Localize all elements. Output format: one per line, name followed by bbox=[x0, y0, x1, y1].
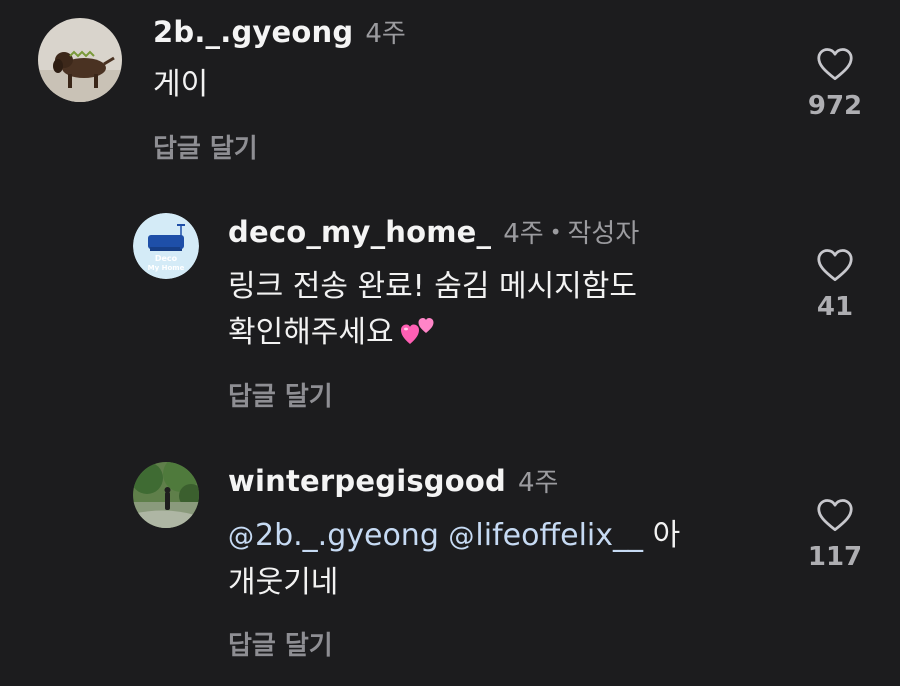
comment-line: 확인해주세요 bbox=[228, 310, 637, 356]
comment-thread: 2b._.gyeong 4주 게이 답글 달기 972 Deco My Home … bbox=[0, 0, 900, 686]
avatar[interactable]: Deco My Home bbox=[133, 213, 199, 279]
comment-text: 링크 전송 완료! 숨김 메시지함도 확인해주세요 bbox=[228, 264, 637, 356]
timestamp: 4주 bbox=[517, 468, 559, 498]
mention-link[interactable]: @2b._.gyeong bbox=[228, 518, 439, 553]
like-button[interactable]: 117 bbox=[795, 498, 875, 572]
reply-button[interactable]: 답글 달기 bbox=[228, 625, 333, 662]
avatar[interactable] bbox=[38, 18, 122, 102]
comment-text: 게이 bbox=[153, 67, 209, 102]
park-photo-icon bbox=[133, 462, 199, 528]
like-count: 117 bbox=[807, 542, 863, 572]
dog-photo-icon bbox=[38, 18, 122, 102]
like-count: 41 bbox=[816, 292, 854, 322]
username[interactable]: winterpegisgood bbox=[228, 464, 506, 498]
heart-icon bbox=[817, 499, 853, 532]
svg-text:My Home: My Home bbox=[148, 264, 185, 272]
svg-text:Deco: Deco bbox=[155, 254, 178, 263]
timestamp: 4주 bbox=[503, 219, 544, 249]
like-count: 972 bbox=[807, 91, 863, 121]
deco-logo-icon: Deco My Home bbox=[133, 213, 199, 279]
author-badge: 작성자 bbox=[567, 219, 640, 249]
heart-icon bbox=[817, 249, 853, 282]
reply-button[interactable]: 답글 달기 bbox=[228, 376, 333, 413]
like-button[interactable]: 972 bbox=[795, 47, 875, 121]
username[interactable]: deco_my_home_ bbox=[228, 215, 491, 249]
mention-link[interactable]: @lifeoffelix__ bbox=[448, 518, 643, 553]
avatar[interactable] bbox=[133, 462, 199, 528]
timestamp: 4주 bbox=[365, 19, 406, 49]
heart-icon bbox=[817, 48, 853, 81]
comment-text: @2b._.gyeong @lifeoffelix__ 아 개웃기네 bbox=[228, 513, 680, 606]
username[interactable]: 2b._.gyeong bbox=[153, 15, 353, 49]
separator-dot: • bbox=[549, 220, 562, 244]
comment-line: @2b._.gyeong @lifeoffelix__ 아 bbox=[228, 518, 681, 553]
like-button[interactable]: 41 bbox=[795, 248, 875, 322]
two-hearts-icon bbox=[400, 314, 436, 344]
comment-line: 개웃기네 bbox=[228, 565, 339, 600]
reply-button[interactable]: 답글 달기 bbox=[153, 128, 258, 165]
comment-line: 링크 전송 완료! 숨김 메시지함도 bbox=[228, 269, 637, 304]
